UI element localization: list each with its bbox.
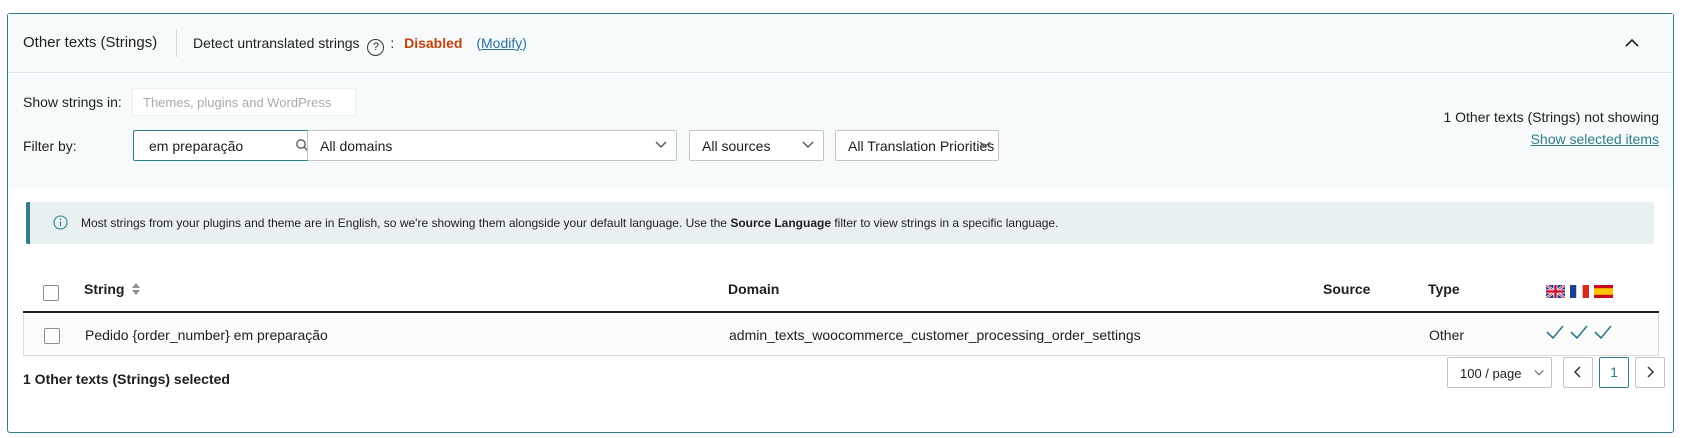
search-value: em preparação	[149, 138, 244, 154]
domain-select-value: All domains	[320, 138, 393, 154]
notice-text-after: filter to view strings in a specific lan…	[831, 216, 1059, 230]
info-icon	[53, 215, 68, 230]
row-checkbox[interactable]	[44, 328, 60, 344]
chevron-down-icon	[802, 141, 814, 148]
show-strings-label: Show strings in:	[23, 94, 122, 110]
check-icon[interactable]	[1569, 324, 1589, 340]
show-selected-link[interactable]: Show selected items	[1531, 131, 1659, 147]
detect-untranslated: Detect untranslated strings ? : Disabled…	[193, 35, 527, 56]
select-all-checkbox[interactable]	[43, 285, 59, 301]
column-source: Source	[1323, 281, 1371, 297]
notice-text: Most strings from your plugins and theme…	[81, 216, 1058, 230]
check-icon[interactable]	[1593, 324, 1613, 340]
source-select[interactable]: All sources	[689, 130, 824, 161]
france-flag-icon	[1570, 285, 1589, 298]
show-strings-input[interactable]: Themes, plugins and WordPress	[132, 88, 356, 116]
column-string-label: String	[84, 281, 125, 297]
help-icon[interactable]: ?	[367, 39, 385, 56]
row-domain: admin_texts_woocommerce_customer_process…	[729, 327, 1141, 343]
chevron-down-icon	[979, 141, 991, 148]
check-icon[interactable]	[1545, 324, 1565, 340]
per-page-value: 100 / page	[1460, 366, 1522, 381]
column-string[interactable]: String	[84, 281, 141, 297]
chevron-left-icon	[1573, 366, 1581, 378]
panel-title: Other texts (Strings)	[23, 34, 158, 51]
notice-text-before: Most strings from your plugins and theme…	[81, 216, 731, 230]
chevron-right-icon	[1647, 366, 1655, 378]
priority-select[interactable]: All Translation Priorities	[835, 130, 999, 161]
search-input[interactable]: em preparação	[133, 130, 318, 161]
per-page-select[interactable]: 100 / page	[1447, 357, 1552, 388]
uk-flag-icon	[1546, 285, 1565, 298]
paren-close: )	[522, 35, 527, 51]
prev-page-button[interactable]	[1563, 357, 1593, 388]
panel-header: Other texts (Strings) Detect untranslate…	[8, 14, 1673, 73]
header-divider	[176, 29, 177, 57]
table-header: String Domain Source Type	[23, 266, 1659, 313]
next-page-button[interactable]	[1635, 357, 1665, 388]
priority-select-value: All Translation Priorities	[848, 138, 995, 154]
domain-select[interactable]: All domains	[307, 130, 677, 161]
notice-text-bold: Source Language	[730, 216, 831, 230]
detect-colon: :	[390, 35, 395, 51]
detect-status: Disabled	[404, 35, 463, 51]
modify-link[interactable]: Modify	[481, 35, 522, 51]
column-type: Type	[1428, 281, 1460, 297]
sort-icon[interactable]	[131, 282, 141, 296]
source-select-value: All sources	[702, 138, 771, 154]
column-domain: Domain	[728, 281, 780, 297]
selected-count: 1 Other texts (Strings) selected	[23, 371, 230, 387]
info-notice: Most strings from your plugins and theme…	[26, 202, 1654, 244]
detect-label: Detect untranslated strings	[193, 35, 360, 51]
strings-panel: Other texts (Strings) Detect untranslate…	[7, 13, 1674, 433]
chevron-down-icon	[1534, 370, 1544, 376]
chevron-up-icon[interactable]	[1621, 32, 1643, 54]
filter-by-label: Filter by:	[23, 138, 77, 154]
chevron-down-icon	[655, 141, 667, 148]
not-showing-count: 1 Other texts (Strings) not showing	[1443, 109, 1659, 125]
row-type: Other	[1429, 327, 1465, 343]
page-button-current[interactable]: 1	[1599, 357, 1629, 388]
table-row[interactable]: Pedido {order_number} em preparação admi…	[23, 314, 1659, 356]
filters-area: Show strings in: Themes, plugins and Wor…	[8, 73, 1673, 189]
spain-flag-icon	[1594, 285, 1613, 298]
row-string: Pedido {order_number} em preparação	[85, 327, 328, 343]
